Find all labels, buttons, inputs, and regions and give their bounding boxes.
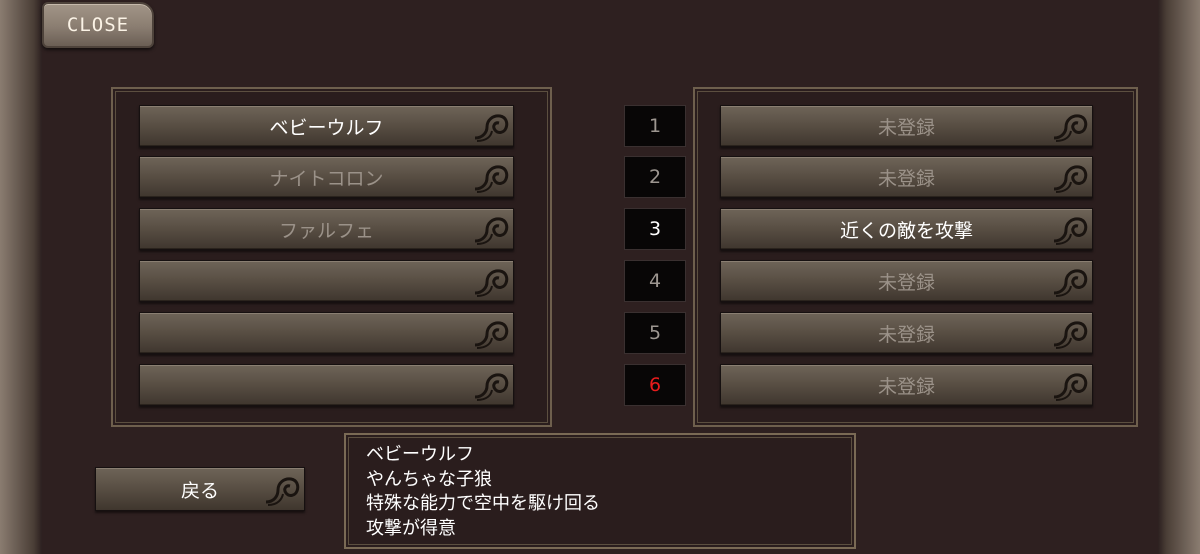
swirl-ornament-icon	[1053, 373, 1088, 401]
swirl-ornament-icon	[474, 114, 509, 142]
slot-number-3: 3	[624, 208, 686, 250]
command-slot-6[interactable]: 未登録	[720, 364, 1093, 406]
command-slot-5[interactable]: 未登録	[720, 312, 1093, 354]
back-button[interactable]: 戻る	[95, 467, 305, 511]
slot-number-6: 6	[624, 364, 686, 406]
monster-slot-4[interactable]	[139, 260, 514, 302]
monster-slot-5[interactable]	[139, 312, 514, 354]
command-slot-label: 未登録	[877, 375, 935, 398]
description-line: 攻撃が得意	[366, 517, 456, 539]
description-line: やんちゃな子狼	[366, 468, 492, 490]
command-slot-label: 未登録	[877, 323, 935, 346]
swirl-ornament-icon	[1053, 165, 1088, 193]
monster-slot-2[interactable]: ナイトコロン	[139, 156, 514, 198]
swirl-ornament-icon	[474, 269, 509, 297]
command-slot-1[interactable]: 未登録	[720, 105, 1093, 147]
right-frame-border	[1158, 0, 1200, 554]
swirl-ornament-icon	[474, 321, 509, 349]
command-slot-label: 近くの敵を攻撃	[839, 219, 973, 242]
description-line: 特殊な能力で空中を駆け回る	[366, 493, 600, 514]
monster-slot-3[interactable]: ファルフェ	[139, 208, 514, 250]
swirl-ornament-icon	[1053, 321, 1088, 349]
slot-number-2: 2	[624, 156, 686, 198]
slot-number-1: 1	[624, 105, 686, 147]
swirl-ornament-icon	[1053, 114, 1088, 142]
close-button[interactable]: CLOSE	[42, 2, 154, 48]
monster-slot-label: ナイトコロン	[269, 167, 384, 190]
swirl-ornament-icon	[474, 165, 509, 193]
slot-number-5: 5	[624, 312, 686, 354]
swirl-ornament-icon	[265, 477, 300, 506]
swirl-ornament-icon	[1053, 217, 1088, 245]
command-slot-3[interactable]: 近くの敵を攻撃	[720, 208, 1093, 250]
swirl-ornament-icon	[474, 217, 509, 245]
slot-number-4: 4	[624, 260, 686, 302]
command-slot-label: 未登録	[877, 116, 935, 139]
command-slot-label: 未登録	[877, 167, 935, 190]
command-slot-label: 未登録	[877, 271, 935, 294]
monster-slot-label: ベビーウルフ	[269, 116, 384, 139]
description-line: ベビーウルフ	[366, 444, 474, 465]
monster-slot-label: ファルフェ	[278, 219, 374, 242]
description-box: ベビーウルフ やんちゃな子狼 特殊な能力で空中を駆け回る 攻撃が得意	[344, 433, 856, 549]
swirl-ornament-icon	[1053, 269, 1088, 297]
command-slot-4[interactable]: 未登録	[720, 260, 1093, 302]
monster-slot-1[interactable]: ベビーウルフ	[139, 105, 514, 147]
command-slot-2[interactable]: 未登録	[720, 156, 1093, 198]
back-button-label: 戻る	[180, 479, 219, 502]
swirl-ornament-icon	[474, 373, 509, 401]
monster-slot-6[interactable]	[139, 364, 514, 406]
left-frame-border	[0, 0, 42, 554]
